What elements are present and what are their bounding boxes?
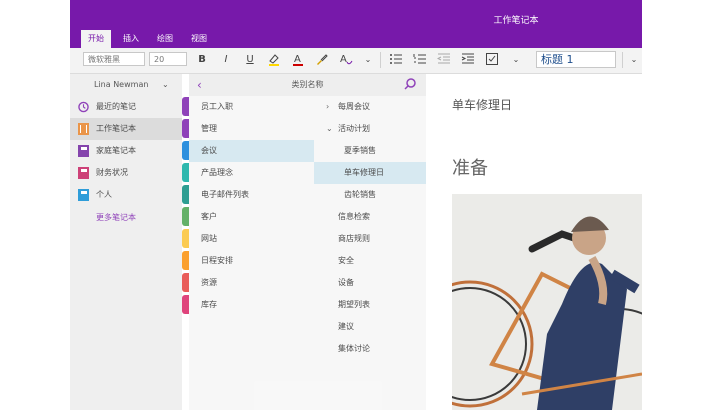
notebook-icon (78, 189, 89, 201)
checkbox-icon[interactable] (484, 52, 500, 68)
notebook-label: 财务状况 (96, 168, 128, 177)
page-canvas[interactable]: 单车修理日 准备 (426, 74, 642, 410)
section-color-tab[interactable] (182, 141, 189, 160)
page-label: 活动计划 (338, 124, 370, 133)
notebook-label: 个人 (96, 190, 112, 199)
bold-icon[interactable]: B (194, 52, 210, 68)
italic-icon[interactable]: I (218, 52, 234, 68)
section-item[interactable]: 日程安排 (189, 250, 314, 272)
section-color-tab[interactable] (182, 295, 189, 314)
page-heading[interactable]: 准备 (452, 154, 488, 180)
ribbon-tab-bar: 开始 插入 绘图 视图 (70, 30, 642, 48)
section-item[interactable]: 客户 (189, 206, 314, 228)
page-item[interactable]: 期望列表 (314, 294, 426, 316)
notebook-pane: Lina Newman ⌄ 最近的笔记 工作笔记本 家庭笔记本 财务状况 个人 … (70, 74, 182, 410)
bullets-icon[interactable] (388, 52, 404, 68)
page-item[interactable]: 信息检索 (314, 206, 426, 228)
svg-text:A: A (340, 54, 347, 65)
tab-draw[interactable]: 绘图 (150, 30, 180, 48)
highlight-icon[interactable] (266, 52, 282, 68)
notebook-item-finance[interactable]: 财务状况 (70, 162, 182, 184)
page-item[interactable]: 安全 (314, 250, 426, 272)
indent-icon[interactable] (460, 52, 476, 68)
window-title: 工作笔记本 (493, 16, 539, 26)
section-color-tab[interactable] (182, 163, 189, 182)
page-item[interactable]: ⌄ 活动计划 (314, 118, 426, 140)
category-name: 类别名称 (291, 80, 324, 89)
section-color-tabs (182, 97, 189, 410)
notebook-item-recent[interactable]: 最近的笔记 (70, 96, 182, 118)
page-item[interactable]: 建议 (314, 316, 426, 338)
notebook-icon (78, 123, 89, 135)
page-item[interactable]: 单车修理日 (314, 162, 426, 184)
numbering-icon[interactable] (412, 52, 428, 68)
tab-view[interactable]: 视图 (184, 30, 214, 48)
page-item[interactable]: 设备 (314, 272, 426, 294)
chevron-right-icon[interactable]: › (326, 96, 329, 118)
chevron-down-icon[interactable]: ⌄ (326, 118, 333, 140)
section-item[interactable]: 库存 (189, 294, 314, 316)
page-label: 每周会议 (338, 102, 370, 111)
section-color-tab[interactable] (182, 119, 189, 138)
section-color-tab[interactable] (182, 273, 189, 292)
format-painter-icon[interactable] (314, 52, 330, 68)
search-icon[interactable] (402, 76, 418, 92)
section-item[interactable]: 产品理念 (189, 162, 314, 184)
section-color-tab[interactable] (182, 207, 189, 226)
user-account[interactable]: Lina Newman ⌄ (70, 74, 182, 96)
pane-header: ‹ 类别名称 (189, 74, 426, 96)
section-item[interactable]: 电子邮件列表 (189, 184, 314, 206)
notebook-icon (78, 167, 89, 179)
ribbon-toolbar: 微软雅黑 20 B I U A A ⌄ ⌄ 标题 1 ⌄ (70, 48, 642, 74)
tab-home[interactable]: 开始 (81, 30, 111, 48)
sections-pages-pane: ‹ 类别名称 员工入职 管理 会议 产品理念 电子邮件列表 客户 网站 日程安排… (189, 74, 426, 410)
section-item[interactable]: 员工入职 (189, 96, 314, 118)
style-selector[interactable]: 标题 1 (536, 51, 616, 68)
notebook-item-personal[interactable]: 个人 (70, 184, 182, 206)
section-item[interactable]: 管理 (189, 118, 314, 140)
chevron-down-icon: ⌄ (162, 80, 169, 89)
page-item[interactable]: 夏季销售 (314, 140, 426, 162)
section-item[interactable]: 网站 (189, 228, 314, 250)
underline-icon[interactable]: U (242, 52, 258, 68)
notebook-label: 工作笔记本 (96, 124, 136, 133)
section-color-tab[interactable] (182, 251, 189, 270)
bicycle-photo (452, 194, 642, 410)
section-item[interactable]: 会议 (189, 140, 314, 162)
page-item[interactable]: 商店规则 (314, 228, 426, 250)
styles-icon[interactable]: A (338, 52, 354, 68)
section-item[interactable]: 资源 (189, 272, 314, 294)
notebook-item-work[interactable]: 工作笔记本 (70, 118, 182, 140)
section-color-tab[interactable] (182, 97, 189, 116)
tab-insert[interactable]: 插入 (116, 30, 146, 48)
list-dropdown-icon[interactable]: ⌄ (508, 52, 524, 68)
user-name: Lina Newman (94, 80, 149, 89)
svg-text:A: A (294, 54, 301, 65)
page-title[interactable]: 单车修理日 (452, 96, 512, 113)
clock-icon (78, 101, 89, 113)
style-dropdown-icon[interactable]: ⌄ (626, 52, 642, 68)
title-bar: 工作笔记本 (70, 0, 642, 30)
font-color-icon[interactable]: A (290, 52, 306, 68)
section-color-tab[interactable] (182, 229, 189, 248)
outdent-icon[interactable] (436, 52, 452, 68)
notebook-label: 最近的笔记 (96, 102, 136, 111)
back-arrow-icon[interactable]: ‹ (197, 74, 202, 96)
styles-dropdown-icon[interactable]: ⌄ (360, 52, 376, 68)
font-size-box[interactable]: 20 (149, 52, 187, 66)
section-color-tab[interactable] (182, 185, 189, 204)
page-item[interactable]: › 每周会议 (314, 96, 426, 118)
notebook-label: 家庭笔记本 (96, 146, 136, 155)
notebook-icon (78, 145, 89, 157)
page-item[interactable]: 集体讨论 (314, 338, 426, 360)
page-item[interactable]: 齿轮销售 (314, 184, 426, 206)
notebook-item-family[interactable]: 家庭笔记本 (70, 140, 182, 162)
ribbon-divider (380, 52, 381, 68)
font-name-box[interactable]: 微软雅黑 (83, 52, 145, 66)
ribbon-divider (622, 52, 623, 68)
onenote-window: 工作笔记本 开始 插入 绘图 视图 微软雅黑 20 B I U A A ⌄ ⌄ … (70, 0, 642, 410)
more-notebooks-link[interactable]: 更多笔记本 (96, 212, 136, 223)
